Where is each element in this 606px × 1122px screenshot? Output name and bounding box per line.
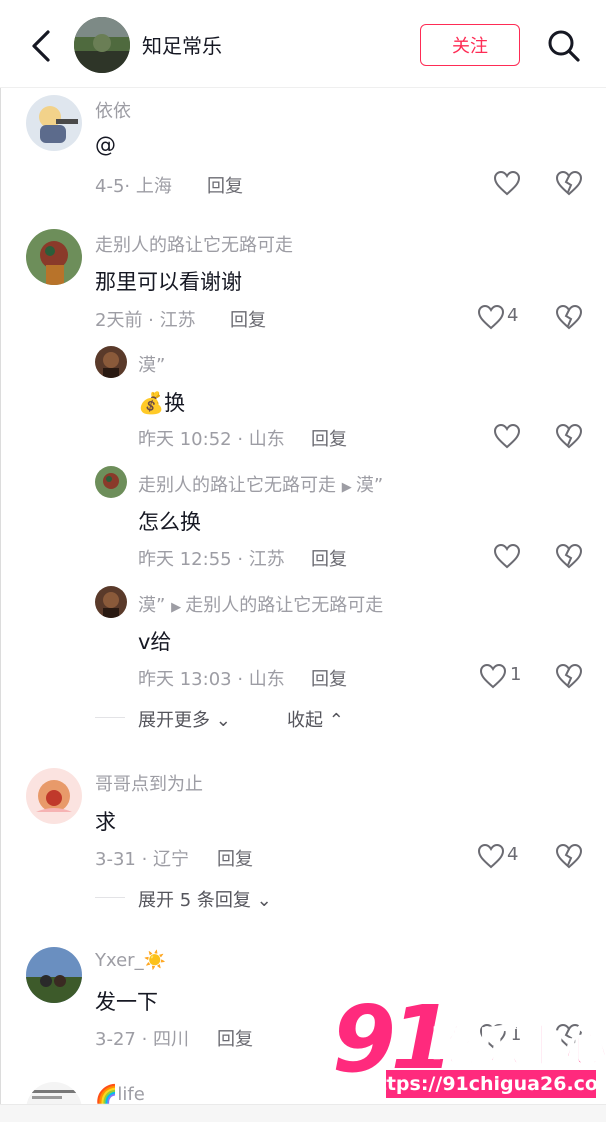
reply-to-arrow-icon: ▶ bbox=[171, 600, 186, 615]
broken-heart-icon[interactable] bbox=[555, 543, 583, 569]
expand-replies-button[interactable]: 展开 5 条回复 ⌄ bbox=[138, 886, 272, 912]
comment-username[interactable]: 走别人的路让它无路可走 bbox=[95, 231, 293, 257]
watermark-brand: 吃瓜中心 bbox=[431, 1020, 606, 1073]
reply-username[interactable]: 漠” bbox=[138, 351, 165, 377]
reply-text: v给 bbox=[138, 630, 172, 654]
reply-target[interactable]: 漠” bbox=[356, 475, 383, 496]
reply-button[interactable]: 回复 bbox=[217, 845, 253, 871]
expand-more-label: 展开更多 bbox=[138, 710, 210, 731]
comment-meta: 4-5· 上海 bbox=[95, 176, 172, 197]
comment-username[interactable]: 🌈life bbox=[95, 1084, 145, 1105]
broken-heart-icon[interactable] bbox=[555, 423, 583, 449]
comment-text: 那里可以看谢谢 bbox=[95, 270, 242, 294]
reply-target[interactable]: 走别人的路让它无路可走 bbox=[185, 595, 383, 616]
avatar[interactable] bbox=[26, 95, 82, 151]
avatar[interactable] bbox=[26, 947, 82, 1003]
watermark-url: https://91chigua26.com bbox=[364, 1068, 606, 1100]
reply-username: 走别人的路让它无路可走 ▶ 漠” bbox=[138, 471, 383, 497]
comment-text: @ bbox=[95, 133, 116, 157]
broken-heart-icon[interactable] bbox=[555, 663, 583, 689]
broken-heart-icon[interactable] bbox=[555, 170, 583, 196]
heart-outline-icon[interactable] bbox=[477, 843, 505, 869]
chevron-down-icon: ⌄ bbox=[256, 890, 272, 911]
follow-button[interactable]: 关注 bbox=[420, 24, 520, 66]
page-title: 知足常乐 bbox=[142, 34, 222, 58]
reply-button[interactable]: 回复 bbox=[311, 545, 347, 571]
comment-meta: 2天前 · 江苏 bbox=[95, 310, 196, 331]
reply-username: 漠” ▶ 走别人的路让它无路可走 bbox=[138, 591, 383, 617]
profile-avatar[interactable] bbox=[74, 17, 130, 73]
expand-more-button[interactable]: 展开更多 ⌄ bbox=[138, 706, 231, 732]
comment-meta: 3-27 · 四川 bbox=[95, 1029, 190, 1050]
reply-text: 💰换 bbox=[138, 391, 186, 415]
reply-meta: 昨天 13:03 · 山东 bbox=[138, 669, 285, 690]
reply-author[interactable]: 走别人的路让它无路可走 bbox=[138, 475, 336, 496]
top-bar: 知足常乐 关注 bbox=[0, 0, 606, 88]
reply-button[interactable]: 回复 bbox=[230, 306, 266, 332]
avatar[interactable] bbox=[26, 229, 82, 285]
search-icon[interactable] bbox=[546, 28, 582, 64]
reply-text: 怎么换 bbox=[138, 510, 201, 534]
divider bbox=[95, 717, 125, 718]
heart-outline-icon[interactable] bbox=[493, 170, 521, 196]
avatar[interactable] bbox=[95, 586, 127, 618]
comment-text: 求 bbox=[95, 810, 116, 834]
reply-meta: 昨天 12:55 · 江苏 bbox=[138, 549, 285, 570]
chevron-up-icon: ⌃ bbox=[328, 710, 344, 731]
divider bbox=[95, 897, 125, 898]
broken-heart-icon[interactable] bbox=[555, 843, 583, 869]
chevron-left-icon[interactable] bbox=[26, 26, 56, 66]
comment-username[interactable]: 依依 bbox=[95, 97, 131, 123]
heart-outline-icon[interactable] bbox=[479, 663, 507, 689]
reply-meta: 昨天 10:52 · 山东 bbox=[138, 429, 285, 450]
like-count: 4 bbox=[507, 305, 519, 326]
reply-button[interactable]: 回复 bbox=[311, 665, 347, 691]
reply-to-arrow-icon: ▶ bbox=[341, 480, 356, 495]
comment-text: 发一下 bbox=[95, 990, 158, 1014]
comment-username[interactable]: Yxer_☀️ bbox=[95, 950, 166, 971]
heart-outline-icon[interactable] bbox=[493, 543, 521, 569]
heart-outline-icon[interactable] bbox=[493, 423, 521, 449]
comment-meta: 3-31 · 辽宁 bbox=[95, 849, 190, 870]
watermark: 91 吃瓜中心 https://91chigua26.com bbox=[332, 994, 606, 1110]
reply-button[interactable]: 回复 bbox=[207, 172, 243, 198]
collapse-button[interactable]: 收起 ⌃ bbox=[287, 706, 344, 732]
window-edge bbox=[0, 0, 1, 1122]
like-count: 1 bbox=[510, 664, 522, 685]
collapse-label: 收起 bbox=[287, 710, 323, 731]
expand-replies-label: 展开 5 条回复 bbox=[138, 890, 251, 911]
heart-outline-icon[interactable] bbox=[477, 304, 505, 330]
reply-button[interactable]: 回复 bbox=[311, 425, 347, 451]
comment-username[interactable]: 哥哥点到为止 bbox=[95, 770, 203, 796]
avatar[interactable] bbox=[95, 346, 127, 378]
like-count: 4 bbox=[507, 844, 519, 865]
chevron-down-icon: ⌄ bbox=[215, 710, 231, 731]
avatar[interactable] bbox=[95, 466, 127, 498]
reply-author[interactable]: 漠” bbox=[138, 595, 165, 616]
reply-button[interactable]: 回复 bbox=[217, 1025, 253, 1051]
broken-heart-icon[interactable] bbox=[555, 304, 583, 330]
avatar[interactable] bbox=[26, 768, 82, 824]
